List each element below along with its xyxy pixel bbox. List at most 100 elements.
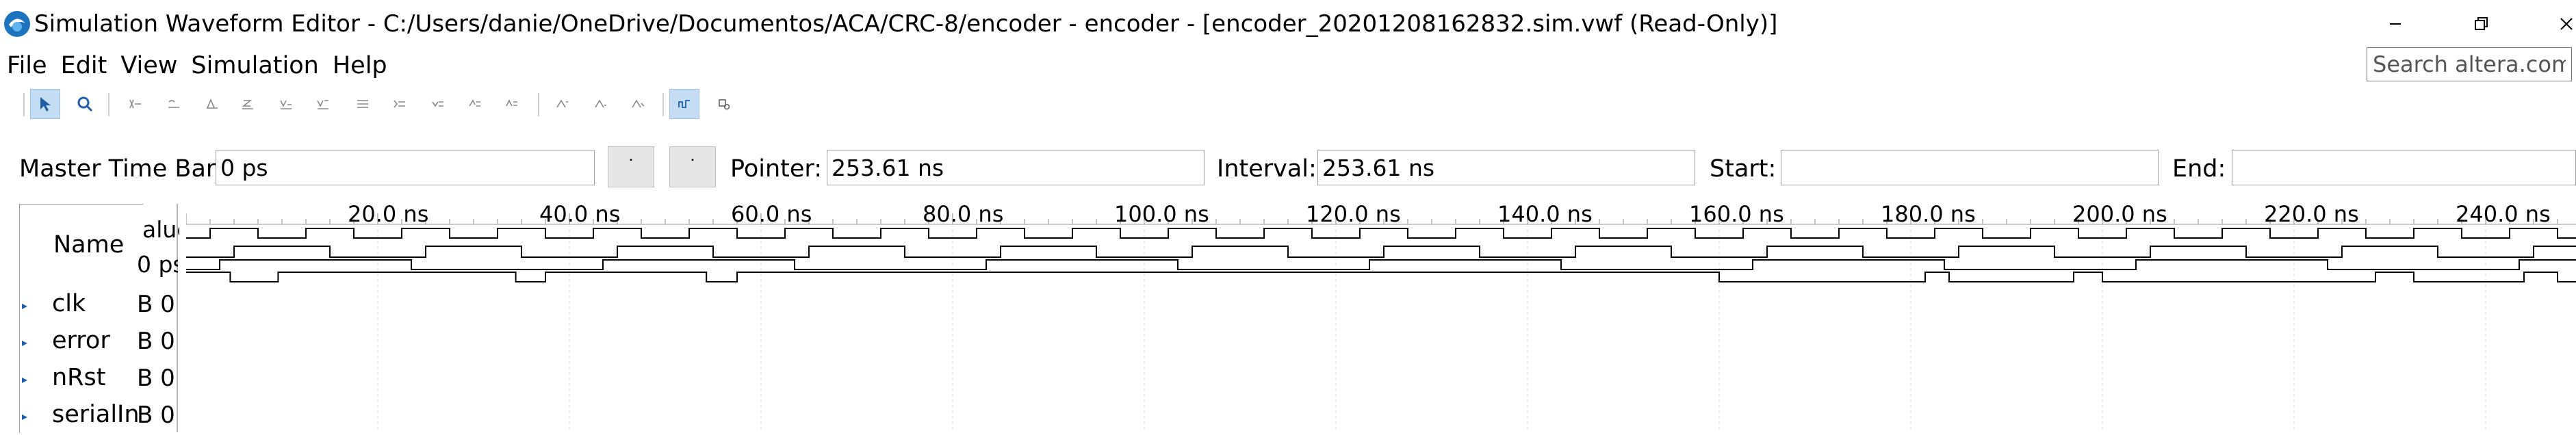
time-tick-label: 160.0 ns	[1689, 204, 1784, 227]
random-value-button[interactable]	[497, 89, 527, 119]
zoom-tool-button[interactable]	[70, 89, 100, 119]
signal-value: B 0	[137, 365, 175, 392]
master-time-bar-field[interactable]	[216, 150, 595, 185]
group-button[interactable]	[623, 89, 653, 119]
input-pin-icon	[21, 375, 30, 384]
toolbar-separator	[108, 93, 110, 116]
toolbar-separator	[662, 93, 664, 116]
weak-low-button[interactable]	[271, 89, 301, 119]
next-transition-button[interactable]: ˙	[669, 146, 716, 187]
clock-value-icon	[432, 101, 443, 107]
count-value-button[interactable]	[385, 89, 415, 119]
input-pin-icon	[21, 412, 30, 421]
ruler-divided-waveform	[186, 246, 2576, 258]
next-transition-icon: ˙	[688, 157, 697, 177]
group-icon	[632, 99, 645, 108]
signal-name[interactable]: clk	[52, 290, 86, 317]
name-column-header: Name	[53, 231, 125, 259]
quartus-app-icon	[3, 10, 31, 38]
time-tick-label: 80.0 ns	[923, 204, 1003, 227]
menu-help[interactable]: Help	[326, 49, 394, 83]
time-tick-label: 40.0 ns	[539, 204, 620, 227]
snap-to-grid-icon	[556, 99, 568, 108]
signal-name[interactable]: serialIn	[52, 401, 140, 428]
waveform-canvas[interactable]: 20.0 ns 40.0 ns 60.0 ns 80.0 ns 100.0 ns 120.…	[185, 201, 2576, 432]
sort-icon	[595, 99, 606, 108]
time-tick-label: 100.0 ns	[1114, 204, 1209, 227]
waveform-view-button[interactable]	[669, 89, 699, 119]
end-label: End:	[2172, 155, 2226, 183]
clock-value-button[interactable]	[423, 89, 453, 119]
interval-label: Interval:	[1217, 155, 1317, 183]
time-tick-label: 220.0 ns	[2264, 204, 2359, 227]
arbitrary-value-button[interactable]	[460, 89, 490, 119]
count-value-icon	[394, 100, 405, 108]
weak-high-button[interactable]	[308, 89, 338, 119]
menu-edit[interactable]: Edit	[54, 49, 114, 83]
menu-view[interactable]: View	[114, 49, 184, 83]
close-icon	[2560, 18, 2573, 30]
selection-tool-button[interactable]	[30, 89, 60, 119]
value-column-header-time: 0 ps	[137, 251, 178, 278]
interval-field[interactable]	[1317, 150, 1695, 185]
minimize-icon	[2390, 23, 2401, 25]
high-impedance-button[interactable]	[233, 89, 263, 119]
forcing-unknown-icon	[129, 99, 141, 109]
time-tick-label: 120.0 ns	[1306, 204, 1401, 227]
sort-button[interactable]	[586, 89, 616, 119]
forcing-high-icon	[207, 98, 218, 109]
clk-waveform	[186, 272, 2576, 282]
minimize-button[interactable]	[2358, 0, 2433, 48]
menu-simulation[interactable]: Simulation	[184, 49, 325, 83]
previous-transition-button[interactable]: ˙	[608, 146, 654, 187]
value-column-header: alue	[142, 216, 179, 243]
time-tick-label: 20.0 ns	[348, 204, 428, 227]
start-field[interactable]	[1781, 150, 2159, 185]
search-input[interactable]	[2367, 47, 2572, 81]
input-pin-icon	[21, 301, 30, 311]
pointer-field[interactable]	[827, 150, 1205, 185]
menu-bar: File Edit View Simulation Help	[0, 48, 2327, 83]
forcing-unknown-button[interactable]	[120, 89, 151, 119]
previous-transition-icon: ˙	[626, 157, 636, 177]
time-tick-label: 60.0 ns	[731, 204, 812, 227]
window-title: Simulation Waveform Editor - C:/Users/da…	[34, 10, 1778, 38]
signal-name[interactable]: nRst	[52, 364, 105, 391]
toolbar-separator	[23, 93, 25, 116]
arbitrary-value-icon	[469, 99, 480, 107]
forcing-low-icon	[168, 100, 179, 108]
waveform-view-icon	[678, 100, 690, 108]
menu-file[interactable]: File	[0, 49, 54, 83]
input-pin-icon	[21, 338, 30, 347]
end-field[interactable]	[2232, 150, 2576, 185]
settings-button[interactable]	[709, 89, 739, 119]
pointer-label: Pointer:	[730, 155, 823, 183]
signal-value: B 0	[137, 291, 175, 318]
time-tick-label: 180.0 ns	[1881, 204, 1976, 227]
master-time-bar-label: Master Time Bar:	[19, 155, 224, 183]
signal-value: B 0	[137, 328, 175, 355]
time-tick-label: 140.0 ns	[1497, 204, 1593, 227]
high-impedance-icon	[242, 100, 253, 109]
restore-button[interactable]	[2443, 0, 2519, 48]
signal-name[interactable]: error	[52, 327, 110, 354]
settings-icon	[719, 99, 730, 110]
forcing-low-button[interactable]	[159, 89, 189, 119]
restore-icon	[2475, 17, 2488, 30]
waveform-display[interactable]: 20.0 ns 40.0 ns 60.0 ns 80.0 ns 100.0 ns 120.…	[185, 201, 2576, 432]
time-tick-label: 240.0 ns	[2456, 204, 2551, 227]
ruler-slow-waveform	[186, 259, 2576, 270]
time-tick-label: 200.0 ns	[2072, 204, 2167, 227]
toolbar-separator	[538, 93, 539, 116]
forcing-high-button[interactable]	[197, 89, 227, 119]
signal-value: B 0	[137, 401, 175, 429]
start-label: Start:	[1710, 155, 1777, 183]
zoom-tool-icon	[77, 96, 93, 112]
snap-to-grid-button[interactable]	[548, 89, 578, 119]
random-value-icon	[506, 99, 517, 107]
weak-high-icon	[317, 100, 329, 109]
invert-button[interactable]	[348, 89, 378, 119]
invert-icon	[357, 100, 368, 108]
close-button[interactable]	[2529, 0, 2576, 48]
weak-low-icon	[280, 100, 292, 109]
